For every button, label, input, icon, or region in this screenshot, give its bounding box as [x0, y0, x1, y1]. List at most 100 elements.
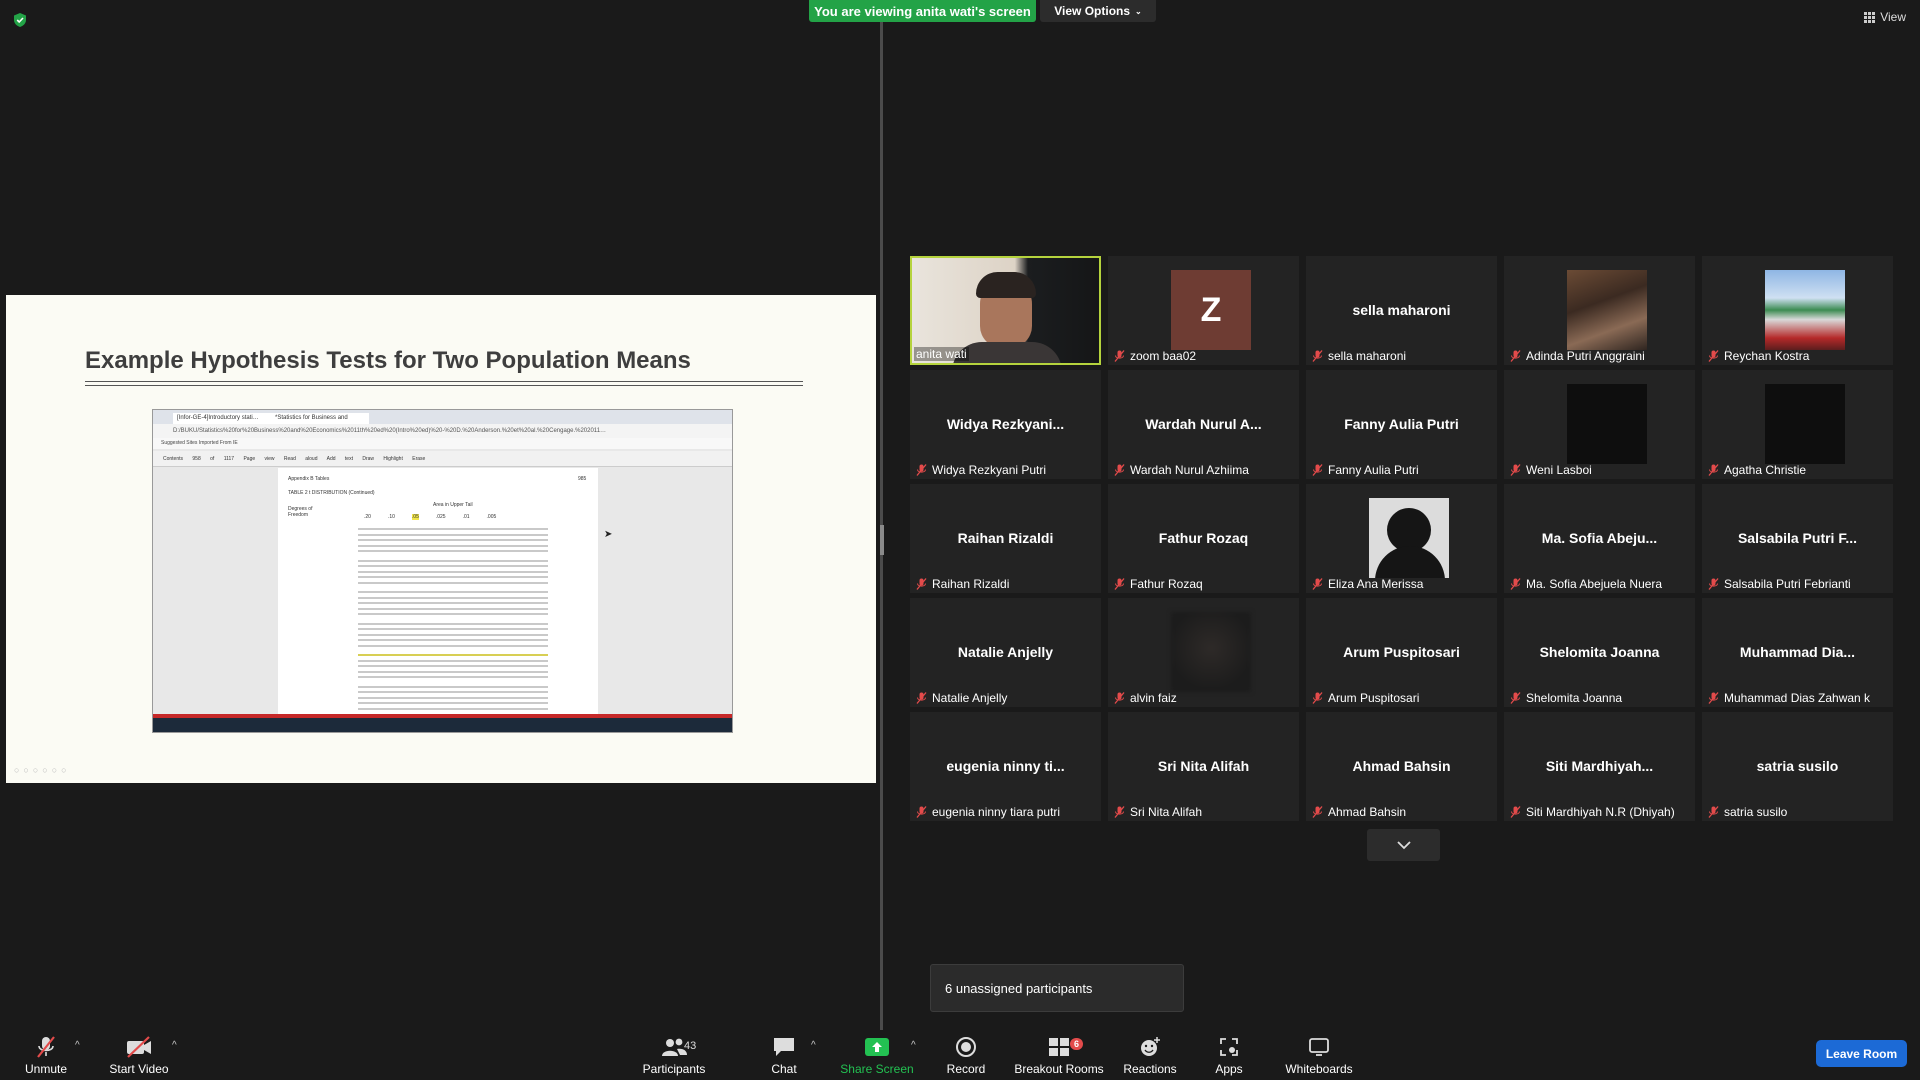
- unmute-button[interactable]: Unmute: [14, 1030, 78, 1080]
- avatar: [1765, 384, 1845, 464]
- muted-mic-icon: [1114, 578, 1125, 590]
- participant-tile[interactable]: Reychan Kostra: [1702, 256, 1893, 365]
- whiteboards-button[interactable]: Whiteboards: [1280, 1030, 1358, 1080]
- participant-tile[interactable]: Salsabila Putri F... Salsabila Putri Febr…: [1702, 484, 1893, 593]
- browser-tab: [Infor-GE-4]Introductory stati…: [173, 413, 271, 424]
- pdf-table-row: [358, 544, 548, 547]
- chat-button[interactable]: Chat: [764, 1030, 804, 1080]
- reactions-button[interactable]: Reactions: [1123, 1030, 1177, 1080]
- pdf-table-row: [358, 596, 548, 599]
- share-options-caret[interactable]: ^: [911, 1040, 916, 1051]
- record-button[interactable]: Record: [942, 1030, 990, 1080]
- participant-tile[interactable]: Raihan Rizaldi Raihan Rizaldi: [910, 484, 1101, 593]
- browser-tab: *Statistics for Business and Econ…: [271, 413, 369, 432]
- audio-options-caret[interactable]: ^: [75, 1040, 80, 1051]
- participant-display-name: Wardah Nurul A...: [1145, 416, 1262, 432]
- participant-tile[interactable]: Arum Puspitosari Arum Puspitosari: [1306, 598, 1497, 707]
- participant-tile[interactable]: satria susilo satria susilo: [1702, 712, 1893, 821]
- participant-tile[interactable]: eugenia ninny ti... eugenia ninny tiara p…: [910, 712, 1101, 821]
- muted-mic-icon: [1708, 692, 1719, 704]
- pdf-table-row: [358, 528, 548, 530]
- participant-name-label: Widya Rezkyani Putri: [916, 463, 1046, 477]
- muted-mic-icon: [1114, 692, 1125, 704]
- breakout-rooms-button[interactable]: 6 Breakout Rooms: [1012, 1030, 1106, 1080]
- participant-name: Shelomita Joanna: [1526, 691, 1623, 705]
- participant-tile[interactable]: Agatha Christie: [1702, 370, 1893, 479]
- share-screen-button[interactable]: Share Screen: [838, 1030, 916, 1080]
- chevron-down-icon: ⌄: [1135, 6, 1142, 16]
- gallery-next-page-button[interactable]: [1367, 829, 1440, 861]
- participant-display-name: Fathur Rozaq: [1158, 530, 1249, 546]
- participant-tile[interactable]: Natalie Anjelly Natalie Anjelly: [910, 598, 1101, 707]
- pdf-table-row: [358, 622, 548, 625]
- participant-name-label: anita wati: [914, 347, 969, 361]
- pdf-table-row: [358, 533, 548, 536]
- participant-tile[interactable]: Siti Mardhiyah... Siti Mardhiyah N.R (Dhi…: [1504, 712, 1695, 821]
- pdf-table-row: [358, 559, 548, 562]
- participant-tile[interactable]: Widya Rezkyani... Widya Rezkyani Putri: [910, 370, 1101, 479]
- browser-tab-strip: [Infor-GE-4]Introductory stati… *Statist…: [153, 410, 732, 432]
- pdf-table-row: [358, 581, 548, 584]
- participants-button[interactable]: 43 Participants: [636, 1030, 712, 1080]
- participant-tile[interactable]: Zzoom baa02: [1108, 256, 1299, 365]
- record-icon: [956, 1037, 976, 1057]
- participant-tile[interactable]: Adinda Putri Anggraini: [1504, 256, 1695, 365]
- unassigned-participants-popup[interactable]: 6 unassigned participants: [930, 964, 1184, 1012]
- participant-name-label: sella maharoni: [1312, 349, 1406, 363]
- divider-handle[interactable]: [880, 525, 884, 555]
- video-options-caret[interactable]: ^: [172, 1040, 177, 1051]
- participant-name-label: Shelomita Joanna: [1510, 691, 1622, 705]
- pdf-col: .025: [435, 514, 446, 520]
- view-label: View: [1880, 10, 1906, 24]
- participant-name-label: Weni Lasboi: [1510, 463, 1592, 477]
- participant-tile[interactable]: Eliza Ana Merissa: [1306, 484, 1497, 593]
- pdf-table-row: [358, 565, 548, 567]
- muted-mic-icon: [1708, 464, 1719, 476]
- participant-name-label: Fanny Aulia Putri: [1312, 463, 1419, 477]
- participant-tile[interactable]: Ahmad Bahsin Ahmad Bahsin: [1306, 712, 1497, 821]
- participant-tile[interactable]: alvin faiz: [1108, 598, 1299, 707]
- participant-tile[interactable]: sella maharoni sella maharoni: [1306, 256, 1497, 365]
- participant-tile[interactable]: Ma. Sofia Abeju... Ma. Sofia Abejuela Nue…: [1504, 484, 1695, 593]
- apps-button[interactable]: Apps: [1208, 1030, 1250, 1080]
- muted-mic-icon: [1114, 350, 1125, 362]
- pdf-appendix: Appendix B Tables: [288, 476, 330, 482]
- apps-label: Apps: [1215, 1062, 1243, 1076]
- participant-tile[interactable]: Fanny Aulia Putri Fanny Aulia Putri: [1306, 370, 1497, 479]
- participant-name-label: alvin faiz: [1114, 691, 1177, 705]
- start-video-button[interactable]: Start Video: [104, 1030, 174, 1080]
- participant-name-label: Agatha Christie: [1708, 463, 1806, 477]
- muted-mic-icon: [1312, 350, 1323, 362]
- participant-tile[interactable]: Muhammad Dia... Muhammad Dias Zahwan k: [1702, 598, 1893, 707]
- participant-name: Siti Mardhiyah N.R (Dhiyah): [1526, 805, 1675, 819]
- view-options-button[interactable]: View Options ⌄: [1040, 0, 1156, 22]
- participant-display-name: Ahmad Bahsin: [1352, 758, 1451, 774]
- participant-name-label: Raihan Rizaldi: [916, 577, 1009, 591]
- participant-name: Eliza Ana Merissa: [1328, 577, 1424, 591]
- pdf-table-row: [358, 654, 548, 656]
- pdf-table-row: [358, 670, 548, 673]
- participant-name: Ma. Sofia Abejuela Nuera: [1526, 577, 1663, 591]
- participant-name-label: Siti Mardhiyah N.R (Dhiyah): [1510, 805, 1675, 819]
- participant-tile[interactable]: Wardah Nurul A... Wardah Nurul Azhiima: [1108, 370, 1299, 479]
- security-shield-icon[interactable]: [12, 12, 28, 28]
- pdf-col: .20: [364, 514, 371, 520]
- pdf-col: .10: [387, 514, 395, 520]
- participant-tile[interactable]: Weni Lasboi: [1504, 370, 1695, 479]
- reactions-label: Reactions: [1123, 1062, 1177, 1076]
- chat-label: Chat: [771, 1062, 797, 1076]
- leave-room-button[interactable]: Leave Room: [1816, 1040, 1907, 1067]
- chat-options-caret[interactable]: ^: [811, 1040, 816, 1051]
- participant-tile[interactable]: anita wati: [910, 256, 1101, 365]
- start-video-label: Start Video: [109, 1062, 169, 1076]
- pdf-table-row: [358, 659, 548, 662]
- view-layout-button[interactable]: View: [1864, 10, 1906, 24]
- grid-icon: [1864, 11, 1876, 23]
- participant-tile[interactable]: Sri Nita Alifah Sri Nita Alifah: [1108, 712, 1299, 821]
- breakout-badge: 6: [1070, 1038, 1084, 1050]
- muted-mic-icon: [1708, 578, 1719, 590]
- participant-tile[interactable]: Fathur Rozaq Fathur Rozaq: [1108, 484, 1299, 593]
- participant-name-label: Salsabila Putri Febrianti: [1708, 577, 1851, 591]
- participant-name: Fathur Rozaq: [1130, 577, 1203, 591]
- participant-tile[interactable]: Shelomita Joanna Shelomita Joanna: [1504, 598, 1695, 707]
